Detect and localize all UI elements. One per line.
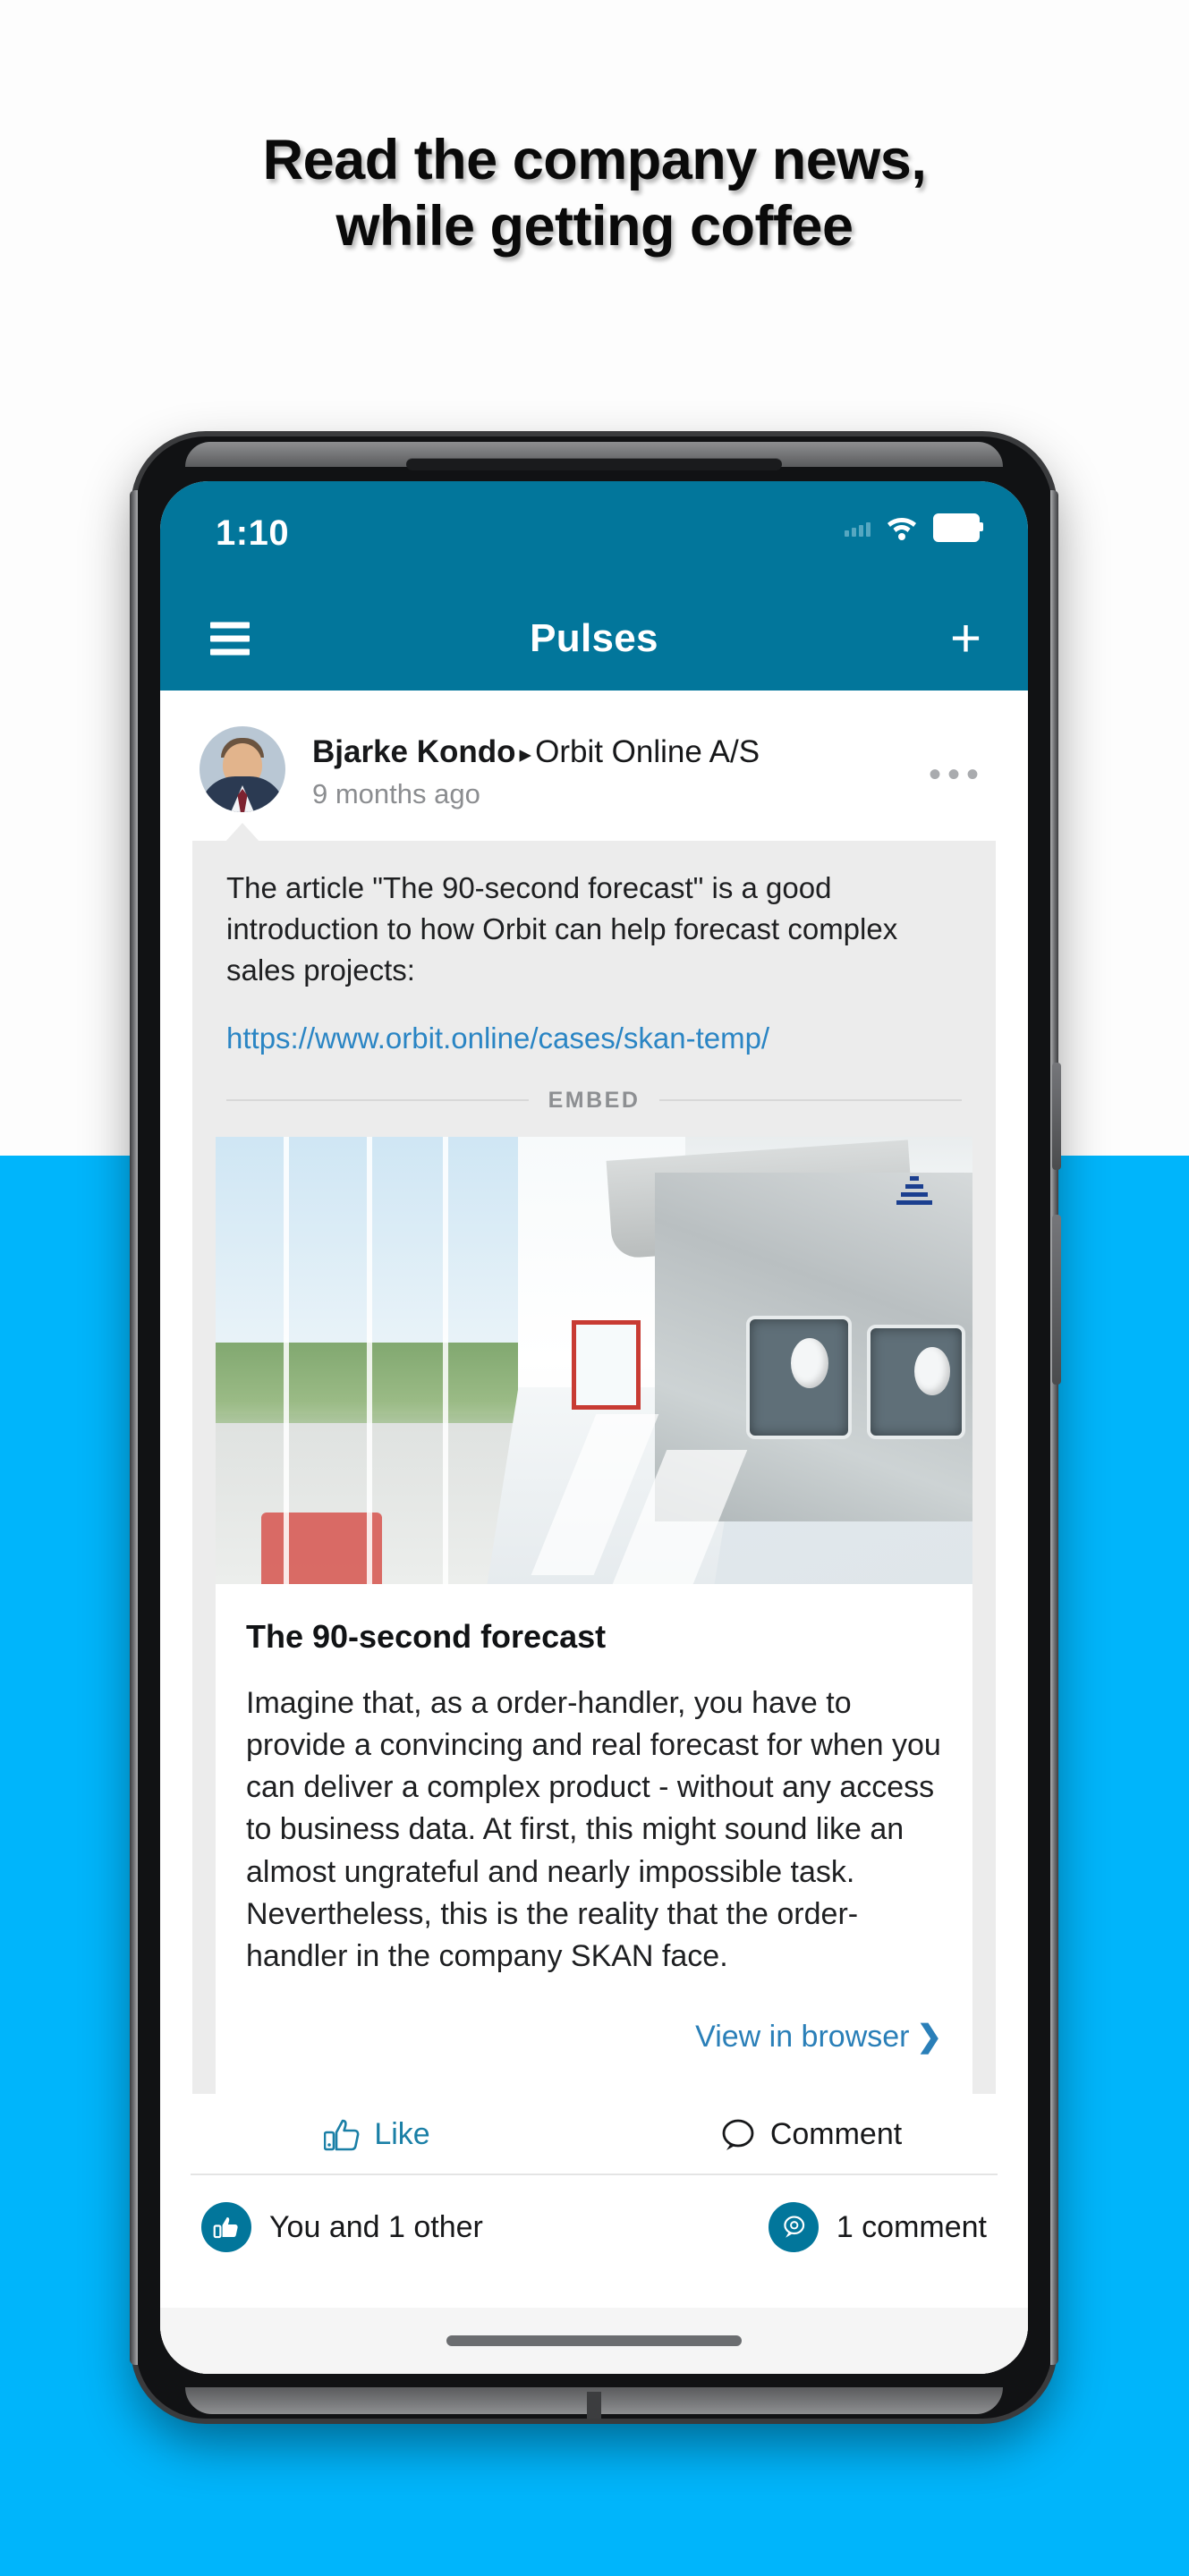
wifi-icon bbox=[885, 514, 919, 541]
breadcrumb-arrow-icon: ▸ bbox=[519, 741, 532, 767]
promo-screenshot: Read the company news, while getting cof… bbox=[0, 0, 1189, 2576]
status-icons bbox=[845, 513, 983, 542]
headline-line-2: while getting coffee bbox=[335, 195, 854, 258]
post-card: The article "The 90-second forecast" is … bbox=[192, 822, 996, 2095]
phone-bottom-notch bbox=[587, 2392, 601, 2419]
app-bar: Pulses + bbox=[160, 587, 1028, 691]
post-stats: You and 1 other 1 comment bbox=[160, 2175, 1028, 2253]
view-in-browser-link[interactable]: View in browser ❯ bbox=[216, 1978, 972, 2094]
embed-image[interactable] bbox=[216, 1136, 972, 1584]
volume-button[interactable] bbox=[1052, 1215, 1061, 1385]
embed-image-glove-port bbox=[791, 1337, 829, 1388]
status-clock: 1:10 bbox=[216, 513, 290, 553]
post-timestamp: 9 months ago bbox=[312, 778, 480, 809]
embed-label: EMBED bbox=[548, 1087, 641, 1113]
comment-bubble-icon bbox=[720, 2118, 756, 2152]
divider-line-right bbox=[659, 1099, 963, 1102]
battery-full-icon bbox=[933, 513, 983, 542]
embed-image-red-door bbox=[571, 1319, 641, 1410]
feed: Bjarke Kondo ▸ Orbit Online A/S 9 months a… bbox=[160, 691, 1028, 2374]
embed-body: The 90-second forecast Imagine that, as … bbox=[216, 1584, 972, 1979]
like-label: Like bbox=[374, 2117, 430, 2152]
comments-label: 1 comment bbox=[836, 2209, 987, 2244]
embed-image-mullion bbox=[284, 1136, 290, 1584]
promo-headline: Read the company news, while getting cof… bbox=[0, 127, 1189, 260]
comment-badge-icon bbox=[768, 2202, 819, 2253]
comment-label: Comment bbox=[769, 2117, 903, 2152]
home-indicator-bar[interactable] bbox=[446, 2335, 742, 2346]
post-actions: Like Comment bbox=[160, 2094, 1028, 2174]
post-link[interactable]: https://www.orbit.online/cases/skan-temp… bbox=[192, 991, 996, 1055]
like-button[interactable]: Like bbox=[160, 2117, 594, 2152]
home-indicator-area bbox=[160, 2308, 1028, 2374]
hamburger-menu-icon[interactable] bbox=[210, 615, 250, 663]
chevron-right-icon: ❯ bbox=[916, 2020, 943, 2055]
embed-divider: EMBED bbox=[192, 1055, 996, 1114]
post-header: Bjarke Kondo ▸ Orbit Online A/S 9 months a… bbox=[160, 691, 1028, 812]
more-options-icon[interactable]: ••• bbox=[929, 757, 985, 792]
embed-text: Imagine that, as a order-handler, you ha… bbox=[246, 1685, 941, 1974]
embed-card[interactable]: The 90-second forecast Imagine that, as … bbox=[216, 1136, 972, 2095]
author-line: Bjarke Kondo ▸ Orbit Online A/S bbox=[312, 733, 760, 771]
embed-image-glove-port bbox=[913, 1346, 950, 1395]
phone-mockup: 1:10 Pulses + Bjarke Kondo ▸ Orbit Onlin… bbox=[130, 436, 1061, 2419]
embed-image-mullion bbox=[367, 1136, 373, 1584]
status-bar: 1:10 bbox=[160, 481, 1028, 587]
comment-button[interactable]: Comment bbox=[594, 2117, 1028, 2152]
divider-line-left bbox=[226, 1099, 529, 1102]
signal-bars-icon bbox=[845, 519, 871, 537]
likes-label: You and 1 other bbox=[269, 2209, 483, 2244]
phone-left-rail bbox=[130, 490, 138, 2365]
embed-image-glass-facade bbox=[216, 1136, 543, 1584]
embed-title: The 90-second forecast bbox=[246, 1617, 607, 1655]
phone-right-rail bbox=[1050, 490, 1058, 2365]
earpiece-speaker bbox=[406, 458, 782, 470]
embed-image-mullion bbox=[442, 1136, 448, 1584]
post-meta: Bjarke Kondo ▸ Orbit Online A/S 9 months a… bbox=[312, 726, 760, 810]
add-post-button[interactable]: + bbox=[950, 612, 981, 665]
view-in-browser-label: View in browser bbox=[695, 2020, 910, 2055]
power-button[interactable] bbox=[1052, 1063, 1061, 1170]
thumbs-up-icon bbox=[324, 2118, 360, 2152]
post-body-text: The article "The 90-second forecast" is … bbox=[226, 871, 898, 987]
avatar[interactable] bbox=[200, 726, 285, 812]
author-name[interactable]: Bjarke Kondo bbox=[312, 734, 516, 769]
embed-image-brand-logo bbox=[894, 1173, 935, 1214]
group-name[interactable]: Orbit Online A/S bbox=[535, 734, 760, 769]
thumbs-up-badge-icon bbox=[201, 2202, 251, 2253]
headline-line-1: Read the company news, bbox=[262, 129, 927, 191]
comments-stat[interactable]: 1 comment bbox=[768, 2202, 987, 2253]
page-title: Pulses bbox=[530, 616, 658, 660]
likes-stat[interactable]: You and 1 other bbox=[201, 2202, 483, 2253]
phone-screen: 1:10 Pulses + Bjarke Kondo ▸ Orbit Onlin… bbox=[160, 481, 1028, 2374]
